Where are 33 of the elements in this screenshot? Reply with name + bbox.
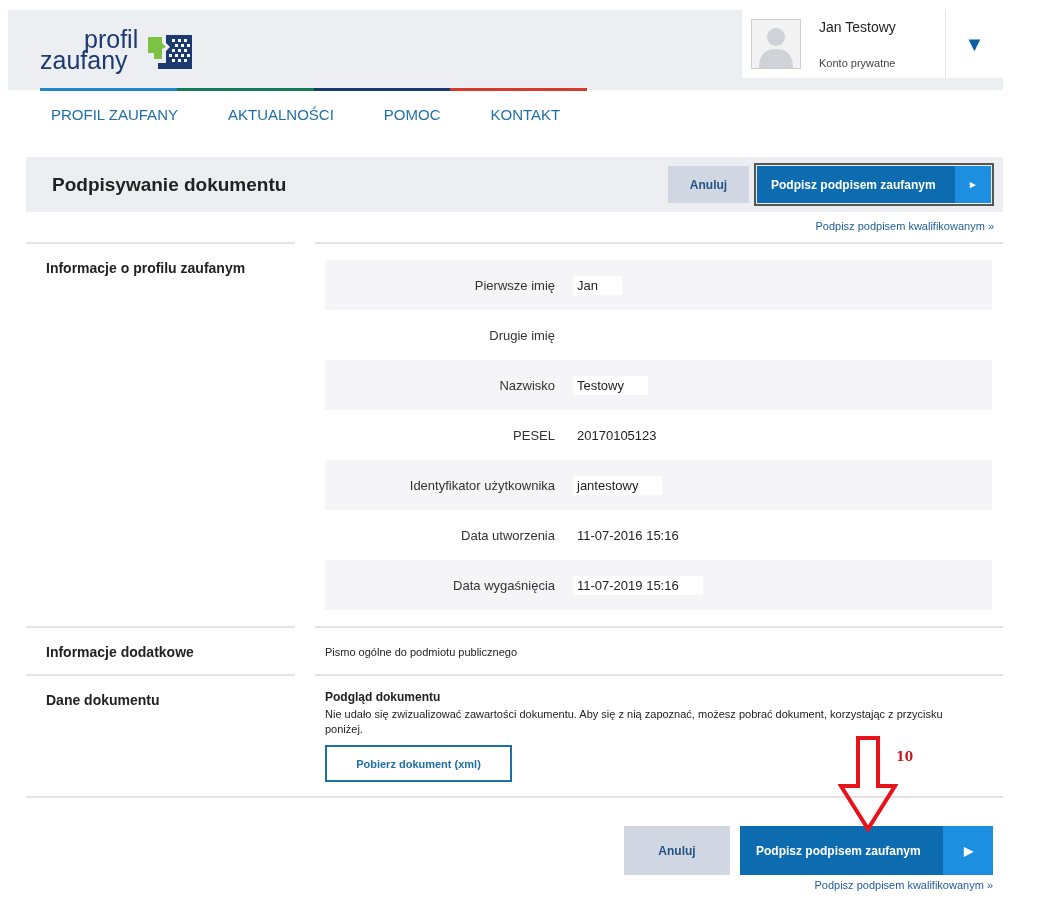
cancel-button[interactable]: Anuluj <box>624 826 730 875</box>
preview-message: Nie udało się zwizualizować zawartości dokumentu. Aby się z nią zapoznać, możesz pobrać dokument, korzystając z przycisku poniżej. <box>325 707 944 737</box>
avatar-icon <box>751 19 801 69</box>
qualified-signature-link[interactable]: Podpisz podpisem kwalifikowanym » <box>814 879 993 895</box>
field-label: Pierwsze imię <box>473 277 555 293</box>
account-type: Konto prywatne <box>819 57 897 69</box>
field-label: Identyfikator użytkownika <box>408 477 555 493</box>
field-label: Data utworzenia <box>460 527 555 543</box>
qualified-signature-link[interactable]: Podpisz podpisem kwalifikowanym » <box>815 220 994 236</box>
field-value: jantestowy <box>573 475 663 495</box>
nav-link[interactable]: AKTUALNOŚCI <box>227 105 334 123</box>
field-label: Drugie imię <box>488 327 555 343</box>
nav-link[interactable]: KONTAKT <box>490 105 561 123</box>
field-value: Jan <box>573 275 622 295</box>
field-value: Testowy <box>573 375 648 395</box>
section-heading: Dane dokumentu <box>46 692 161 708</box>
annotation-label: 10 <box>896 750 913 764</box>
sign-button[interactable]: Podpisz podpisem zaufanym ▶ <box>740 826 993 875</box>
page-title: Podpisywanie dokumentu <box>52 173 287 196</box>
additional-info-text: Pismo ogólne do podmiotu publicznego <box>325 646 519 658</box>
user-name: Jan Testowy <box>819 19 897 35</box>
section-heading: Informacje o profilu zaufanym <box>46 260 247 276</box>
field-value: 11-07-2019 15:16 <box>573 575 703 595</box>
nav-link[interactable]: PROFIL ZAUFANY <box>51 105 178 123</box>
cancel-button[interactable]: Anuluj <box>668 166 749 203</box>
field-label: Nazwisko <box>498 377 555 393</box>
nav-link[interactable]: POMOC <box>383 105 441 123</box>
preview-heading: Podgląd dokumentu <box>325 690 442 704</box>
field-label: PESEL <box>512 427 555 443</box>
download-button[interactable]: Pobierz dokument (xml) <box>325 745 512 782</box>
field-label: Data wygaśnięcia <box>452 577 555 593</box>
section-heading: Informacje dodatkowe <box>46 644 195 660</box>
sign-button[interactable]: Podpisz podpisem zaufanym ▸ <box>757 166 991 203</box>
